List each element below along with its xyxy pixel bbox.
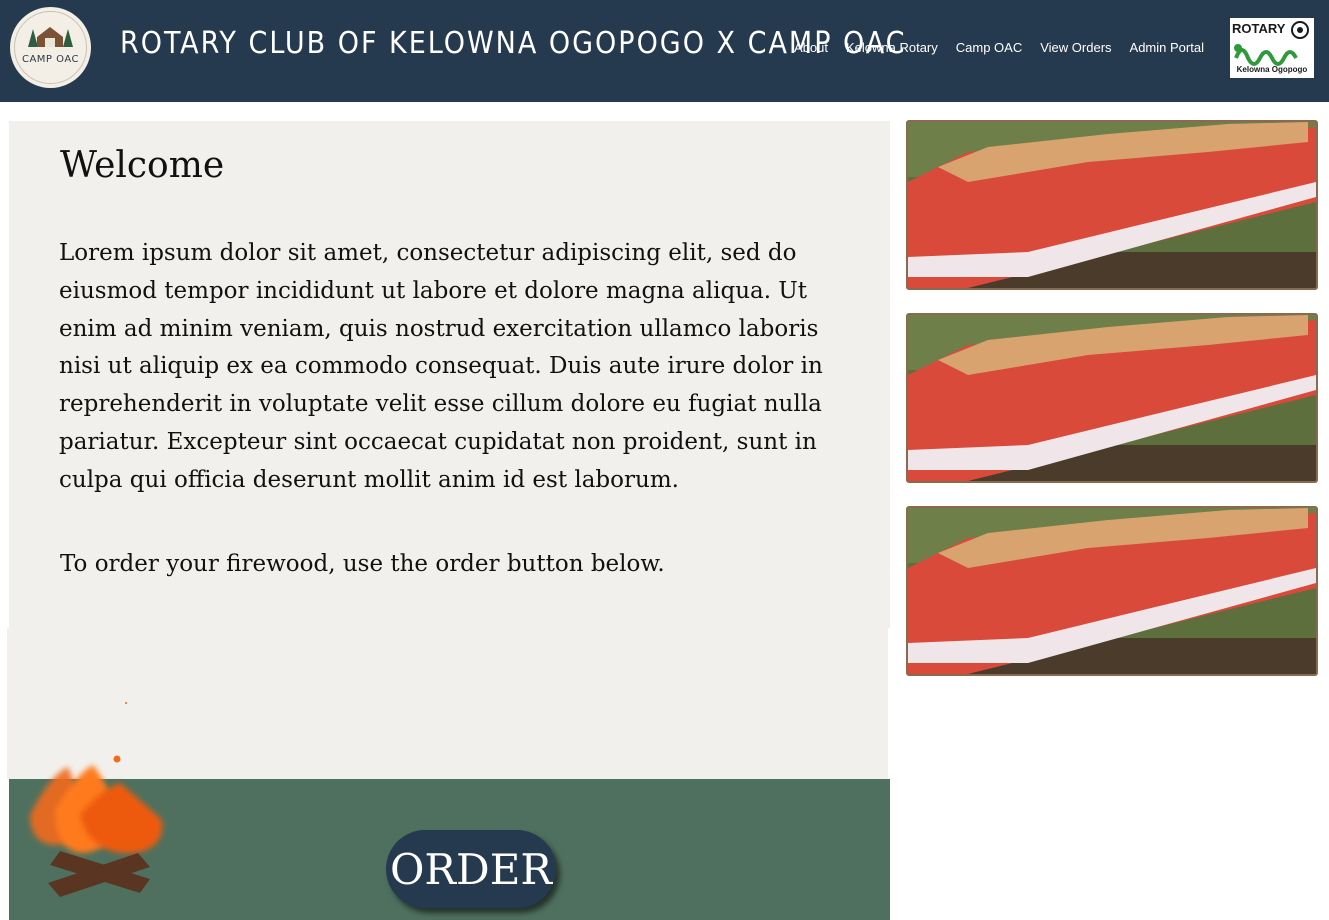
cabin-icon bbox=[14, 11, 87, 84]
camp-oac-logo[interactable]: CAMP OAC bbox=[10, 7, 91, 88]
rotary-logo[interactable]: ROTARY Kelowna Ogopogo bbox=[1230, 18, 1314, 78]
main-nav: About Kelowna Rotary Camp OAC View Order… bbox=[794, 40, 1222, 55]
order-button[interactable]: ORDER bbox=[386, 830, 556, 908]
firewood-bags-photo-icon bbox=[908, 508, 1316, 674]
nav-admin-portal[interactable]: Admin Portal bbox=[1130, 40, 1204, 55]
nav-view-orders[interactable]: View Orders bbox=[1040, 40, 1111, 55]
logo-text: CAMP OAC bbox=[21, 54, 79, 65]
firewood-bags-photo-icon bbox=[908, 122, 1316, 288]
site-header: CAMP OAC Rotary Club of Kelowna Ogopogo … bbox=[0, 0, 1329, 102]
firewood-photo-1 bbox=[906, 120, 1318, 290]
welcome-panel: Welcome Lorem ipsum dolor sit amet, cons… bbox=[9, 121, 890, 628]
site-title: Rotary Club of Kelowna Ogopogo x Camp OA… bbox=[120, 26, 907, 61]
nav-about[interactable]: About bbox=[794, 40, 828, 55]
firewood-photo-3 bbox=[906, 506, 1318, 676]
firewood-bags-photo-icon bbox=[908, 315, 1316, 481]
spark-particle bbox=[125, 702, 127, 704]
welcome-body: Lorem ipsum dolor sit amet, consectetur … bbox=[59, 240, 823, 493]
welcome-title: Welcome bbox=[60, 145, 225, 186]
rotary-logo-sub: Kelowna Ogopogo bbox=[1236, 65, 1308, 74]
campfire-icon bbox=[30, 755, 163, 897]
firewood-photo-2 bbox=[906, 313, 1318, 483]
order-instruction: To order your firewood, use the order bu… bbox=[60, 551, 665, 577]
nav-camp-oac[interactable]: Camp OAC bbox=[956, 40, 1022, 55]
nav-kelowna-rotary[interactable]: Kelowna Rotary bbox=[846, 40, 938, 55]
